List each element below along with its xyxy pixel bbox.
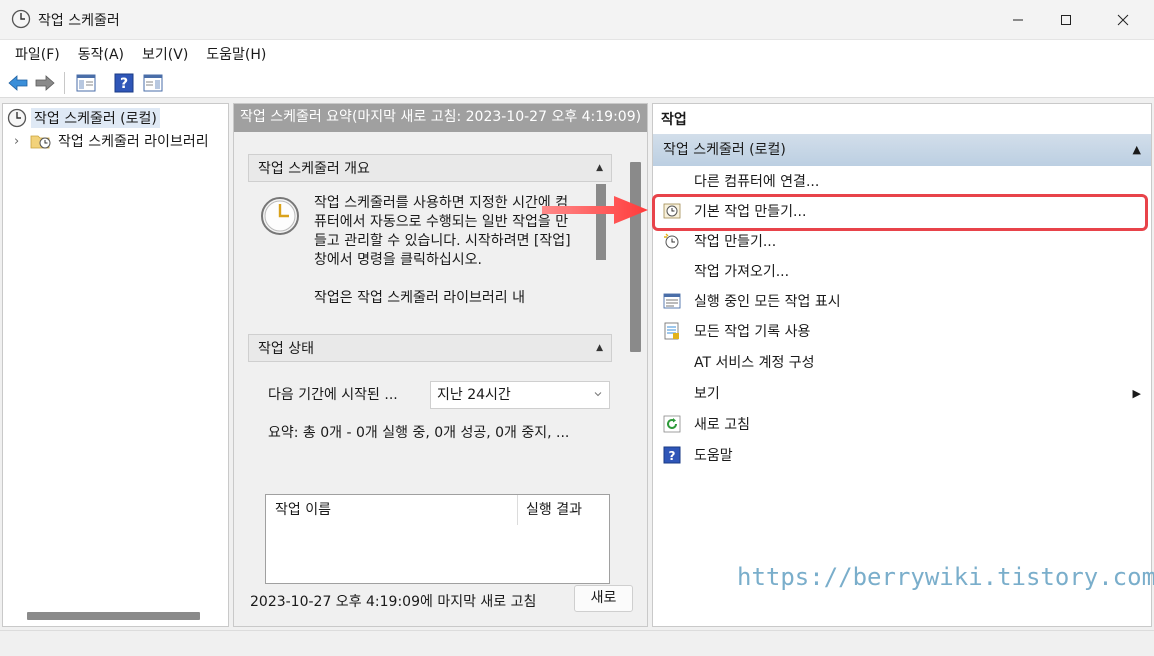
action-enable-history[interactable]: 모든 작업 기록 사용 [653,316,1151,346]
action-help[interactable]: ? 도움말 [653,440,1151,470]
forward-arrow-icon [35,75,55,91]
period-dropdown-value: 지난 24시간 [437,387,511,403]
action-label: 보기 [694,386,720,402]
overview-section-title: 작업 스케줄러 개요 [258,161,370,177]
summary-pane: 작업 스케줄러 요약(마지막 새로 고침: 2023-10-27 오후 4:19… [233,103,648,627]
svg-text:?: ? [120,76,128,92]
status-section-header[interactable]: 작업 상태 ▲ [248,334,612,362]
overview-section-header[interactable]: 작업 스케줄러 개요 ▲ [248,154,612,182]
expander-chevron-icon[interactable]: › [14,134,30,149]
tree-item-library[interactable]: › 작업 스케줄러 라이브러리 [14,130,212,152]
menu-file[interactable]: 파일(F) [6,44,69,64]
collapse-up-icon[interactable]: ▲ [1133,134,1141,166]
status-section-title: 작업 상태 [258,341,314,357]
refresh-button[interactable]: 새로 [574,585,633,612]
task-status-table: 작업 이름 실행 결과 [265,494,610,584]
overview-paragraph-2: 작업은 작업 스케줄러 라이브러리 내 [314,290,525,306]
submenu-arrow-icon: ▶ [1132,386,1141,400]
back-arrow-icon [8,75,28,91]
status-bar [0,630,1154,656]
highlight-box [652,194,1148,231]
back-button[interactable] [7,72,29,94]
tree-item-root[interactable]: 작업 스케줄러 (로컬) [7,107,160,129]
refresh-icon [663,415,681,433]
action-label: 새로 고침 [694,417,750,433]
action-refresh[interactable]: 새로 고침 [653,409,1151,439]
column-header-run-result[interactable]: 실행 결과 [517,495,582,525]
console-tree: 작업 스케줄러 (로컬) › 작업 스케줄러 라이브러리 [2,103,229,627]
folder-clock-icon [30,135,51,149]
period-label: 다음 기간에 시작된 ... [268,387,398,403]
annotation-arrow-icon [542,196,648,224]
action-at-service-account[interactable]: AT 서비스 계정 구성 [653,347,1151,377]
menu-bar: 파일(F) 동작(A) 보기(V) 도움말(H) [0,40,1154,68]
action-connect-computer[interactable]: 다른 컴퓨터에 연결... [653,166,1151,196]
collapse-up-icon[interactable]: ▲ [596,163,603,173]
action-label: 작업 만들기... [694,234,777,250]
actions-pane-title: 작업 [653,104,1151,134]
status-summary: 요약: 총 0개 - 0개 실행 중, 0개 성공, 0개 중지, ... [268,425,570,441]
log-icon [664,322,679,340]
action-label: 실행 중인 모든 작업 표시 [694,294,841,310]
toolbar-separator [64,72,65,94]
title-bar: 작업 스케줄러 [0,0,1154,40]
help-toolbar-button[interactable]: ? [113,72,135,94]
action-label: 도움말 [694,448,733,464]
window-title: 작업 스케줄러 [38,13,120,29]
large-clock-icon [261,197,299,235]
menu-action[interactable]: 동작(A) [69,44,133,64]
minimize-icon [1013,19,1023,21]
show-hide-action-pane-button[interactable] [142,72,164,94]
action-label: 모든 작업 기록 사용 [694,324,811,340]
menu-help[interactable]: 도움말(H) [197,44,275,64]
maximize-button[interactable] [1043,0,1089,40]
action-show-running-tasks[interactable]: 실행 중인 모든 작업 표시 [653,286,1151,316]
list-icon [663,293,681,309]
clock-app-icon [11,9,31,29]
actions-group-header[interactable]: 작업 스케줄러 (로컬) ▲ [653,134,1151,166]
action-label: 작업 가져오기... [694,264,790,280]
last-refresh-text: 2023-10-27 오후 4:19:09에 마지막 새로 고침 [250,594,537,610]
horizontal-scrollbar[interactable] [27,612,200,620]
collapse-up-icon[interactable]: ▲ [596,343,603,353]
help-icon: ? [114,73,134,93]
close-icon [1117,14,1129,26]
help-icon: ? [663,446,681,464]
minimize-button[interactable] [995,0,1041,40]
forward-button[interactable] [34,72,56,94]
watermark-url: https://berrywiki.tistory.com [737,563,1154,591]
maximize-icon [1061,15,1071,25]
overview-paragraph-1: 작업 스케줄러를 사용하면 지정한 시간에 컴퓨터에서 자동으로 수행되는 일반… [314,195,571,268]
action-label: 다른 컴퓨터에 연결... [694,174,820,190]
clock-icon [7,108,27,128]
action-view[interactable]: 보기 ▶ [653,378,1151,408]
chevron-down-icon [594,392,602,397]
summary-header: 작업 스케줄러 요약(마지막 새로 고침: 2023-10-27 오후 4:19… [234,104,647,132]
action-pane-icon [143,74,163,92]
show-hide-console-tree-button[interactable] [75,72,97,94]
period-dropdown[interactable]: 지난 24시간 [430,381,610,409]
actions-group-label: 작업 스케줄러 (로컬) [663,142,786,158]
tree-item-root-label: 작업 스케줄러 (로컬) [31,108,160,128]
overview-text: 작업 스케줄러를 사용하면 지정한 시간에 컴퓨터에서 자동으로 수행되는 일반… [314,194,576,327]
action-import-task[interactable]: 작업 가져오기... [653,256,1151,286]
console-tree-icon [76,74,96,92]
summary-vertical-scrollbar[interactable] [630,162,641,352]
actions-pane: 작업 작업 스케줄러 (로컬) ▲ 다른 컴퓨터에 연결... 기본 작업 만들… [652,103,1152,627]
column-header-task-name[interactable]: 작업 이름 [266,495,331,525]
menu-view[interactable]: 보기(V) [133,44,197,64]
close-button[interactable] [1100,0,1146,40]
svg-text:?: ? [669,449,676,463]
toolbar: ? [0,68,1154,98]
tree-item-library-label: 작업 스케줄러 라이브러리 [58,134,209,150]
clock-new-icon [664,233,679,249]
action-label: AT 서비스 계정 구성 [694,355,815,371]
